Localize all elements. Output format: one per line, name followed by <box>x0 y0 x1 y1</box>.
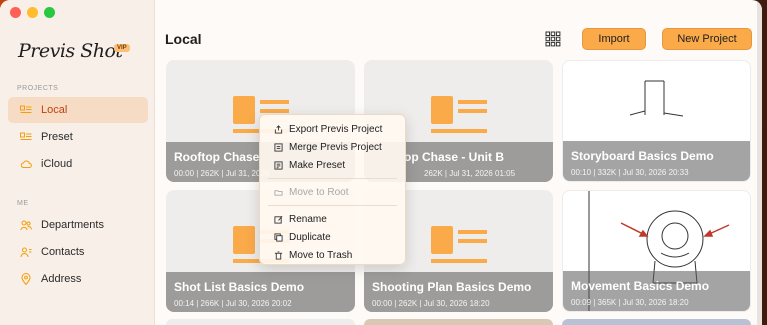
card-title: Rooftop Chase <box>174 150 260 164</box>
page-title: Local <box>165 31 202 47</box>
menu-item-merge[interactable]: Merge Previs Project <box>260 138 405 156</box>
menu-item-move-to-trash[interactable]: Move to Trash <box>260 246 405 264</box>
trash-icon <box>273 250 283 260</box>
contacts-icon <box>20 246 32 258</box>
new-project-button[interactable]: New Project <box>662 28 752 50</box>
rename-icon <box>273 214 283 224</box>
sidebar-item-label: Departments <box>41 219 104 231</box>
card-meta: 00:00 | 262K | Jul 31, 2026 <box>174 169 270 178</box>
export-icon <box>273 124 283 134</box>
menu-separator <box>268 205 397 206</box>
menu-item-export[interactable]: Export Previs Project <box>260 120 405 138</box>
context-menu: Export Previs Project Merge Previs Proje… <box>259 114 406 265</box>
projects-section-label: PROJECTS <box>17 85 59 92</box>
menu-item-make-preset[interactable]: Make Preset <box>260 156 405 174</box>
zoom-window-button[interactable] <box>44 7 55 18</box>
vip-badge: VIP <box>114 44 130 52</box>
menu-item-move-to-root: Move to Root <box>260 183 405 201</box>
project-card[interactable] <box>364 319 553 325</box>
document-icon <box>431 96 487 139</box>
card-title: Shooting Plan Basics Demo <box>372 280 532 294</box>
document-icon <box>431 226 487 269</box>
card-meta: 00:14 | 266K | Jul 30, 2026 20:02 <box>174 299 292 308</box>
minimize-window-button[interactable] <box>27 7 38 18</box>
sidebar-item-preset[interactable]: Preset <box>8 124 148 150</box>
sidebar-item-label: Contacts <box>41 246 85 258</box>
card-meta: 00:10 | 332K | Jul 30, 2026 20:33 <box>571 168 689 177</box>
app-window: Previs Shot VIP PROJECTS Local Preset iC… <box>0 0 762 325</box>
sidebar-item-label: Address <box>41 273 82 285</box>
project-card[interactable]: Movement Basics Demo 00:09 | 365K | Jul … <box>562 190 751 312</box>
card-meta: 262K | Jul 31, 2026 01:05 <box>424 169 516 178</box>
sidebar: Previs Shot VIP PROJECTS Local Preset iC… <box>0 0 155 325</box>
project-card[interactable]: Storyboard Basics Demo 00:10 | 332K | Ju… <box>562 60 751 182</box>
sidebar-item-address[interactable]: Address <box>8 266 148 292</box>
grid-view-icon[interactable] <box>545 31 561 47</box>
card-title: Shot List Basics Demo <box>174 280 305 294</box>
menu-item-duplicate[interactable]: Duplicate <box>260 228 405 246</box>
move-root-icon <box>273 187 283 197</box>
card-title: Movement Basics Demo <box>571 279 710 293</box>
project-card[interactable] <box>562 319 751 325</box>
sidebar-item-label: Local <box>41 104 68 116</box>
sidebar-item-icloud[interactable]: iCloud <box>8 151 148 177</box>
card-title: Storyboard Basics Demo <box>571 149 714 163</box>
sidebar-item-label: Preset <box>41 131 73 143</box>
sidebar-item-departments[interactable]: Departments <box>8 212 148 238</box>
cloud-icon <box>20 158 32 170</box>
merge-icon <box>273 142 283 152</box>
duplicate-icon <box>273 232 283 242</box>
sidebar-item-local[interactable]: Local <box>8 97 148 123</box>
menu-separator <box>268 178 397 179</box>
menu-item-rename[interactable]: Rename <box>260 210 405 228</box>
preset-icon <box>273 160 283 170</box>
import-button[interactable]: Import <box>582 28 646 50</box>
card-title: op Chase - Unit B <box>404 150 505 164</box>
sidebar-item-label: iCloud <box>41 158 73 170</box>
window-controls <box>10 7 55 18</box>
departments-icon <box>20 219 32 231</box>
close-window-button[interactable] <box>10 7 21 18</box>
local-icon <box>20 104 32 116</box>
project-card[interactable] <box>166 319 355 325</box>
app-logo: Previs Shot <box>18 40 123 62</box>
sidebar-item-contacts[interactable]: Contacts <box>8 239 148 265</box>
card-meta: 00:00 | 262K | Jul 30, 2026 18:20 <box>372 299 490 308</box>
preset-icon <box>20 131 32 143</box>
main-content: Local Import New Project Rooftop Chase 0… <box>156 0 762 325</box>
card-meta: 00:09 | 365K | Jul 30, 2026 18:20 <box>571 298 689 307</box>
me-section-label: ME <box>17 200 29 207</box>
window-edge <box>757 0 762 325</box>
location-icon <box>20 273 32 285</box>
